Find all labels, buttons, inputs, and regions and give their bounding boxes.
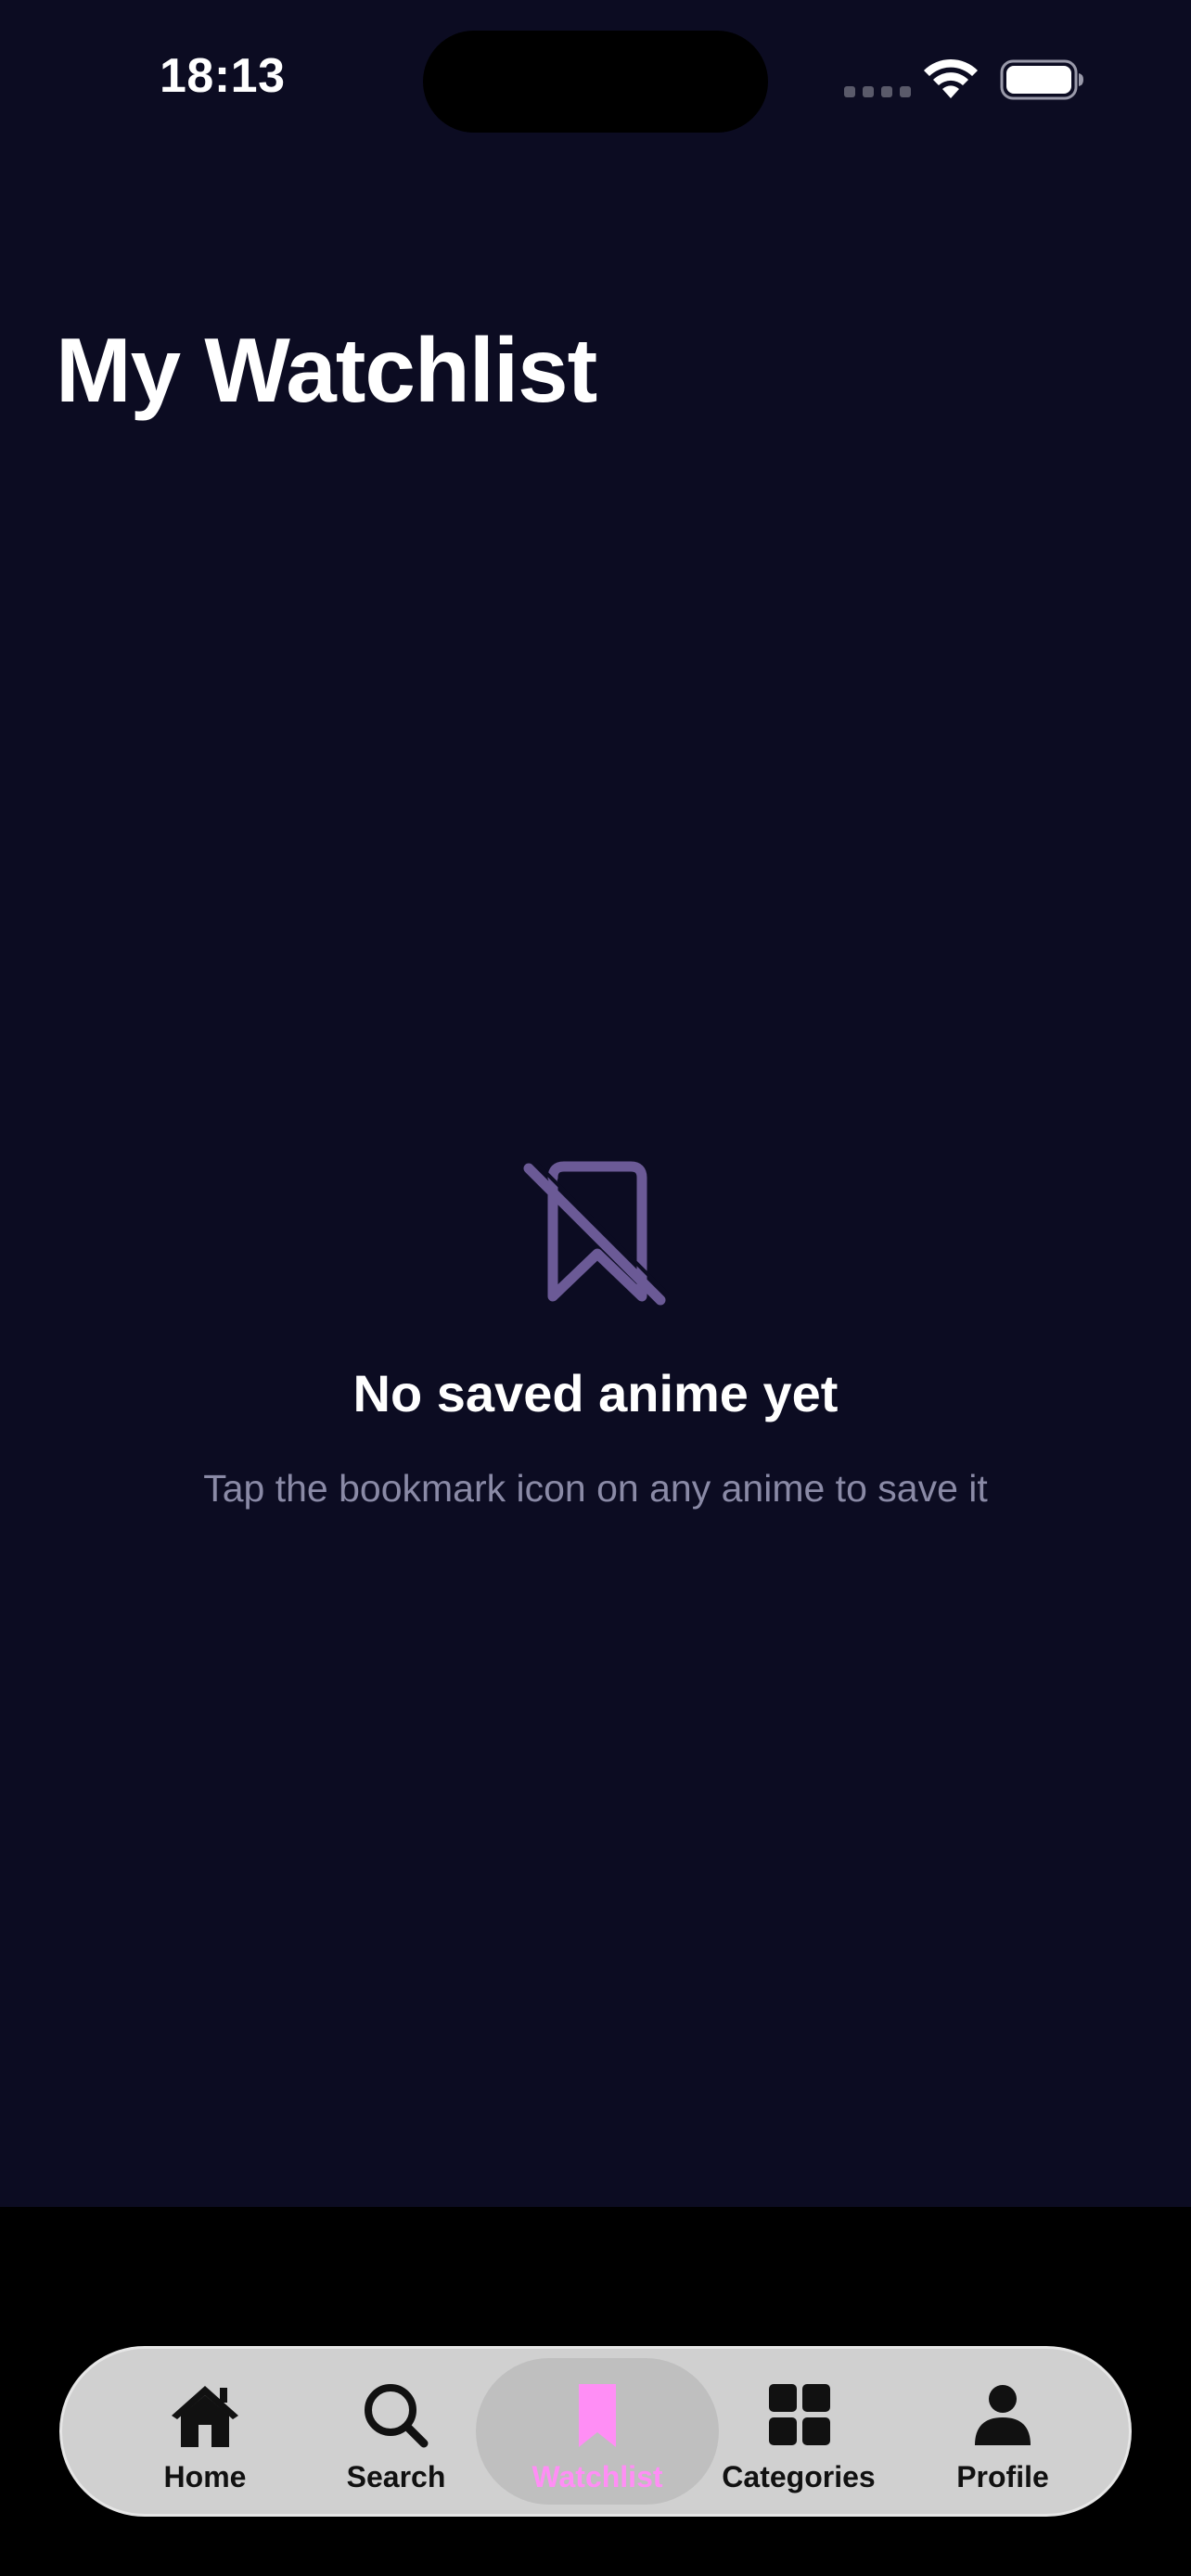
bookmark-icon xyxy=(579,2384,616,2447)
empty-state-subtitle: Tap the bookmark icon on any anime to sa… xyxy=(203,1467,988,1510)
empty-state-title: No saved anime yet xyxy=(352,1364,839,1422)
page-title: My Watchlist xyxy=(56,319,597,421)
dynamic-island xyxy=(423,31,768,133)
status-time: 18:13 xyxy=(160,49,286,103)
tab-label: Home xyxy=(163,2460,247,2493)
tab-bar: Home Search Watchlist Categories Profile xyxy=(59,2346,1132,2517)
tab-profile[interactable]: Profile xyxy=(901,2349,1105,2514)
tab-categories[interactable]: Categories xyxy=(697,2349,901,2514)
tab-home[interactable]: Home xyxy=(103,2349,307,2514)
screen: 18:13 My Watchlist No saved anime yet Ta… xyxy=(0,0,1191,2207)
tab-search[interactable]: Search xyxy=(294,2349,498,2514)
tab-label: Profile xyxy=(956,2460,1049,2493)
wifi-icon xyxy=(924,58,978,98)
bookmark-slash-icon xyxy=(523,1160,669,1306)
grid-icon xyxy=(769,2384,830,2445)
tab-label: Search xyxy=(346,2460,446,2493)
cellular-signal-icon xyxy=(844,86,911,97)
tab-label: Categories xyxy=(722,2460,876,2493)
tab-watchlist[interactable]: Watchlist xyxy=(495,2349,699,2514)
battery-icon xyxy=(1000,59,1083,100)
tab-label: Watchlist xyxy=(531,2460,663,2493)
home-icon xyxy=(172,2386,238,2447)
search-icon xyxy=(365,2384,429,2448)
person-icon xyxy=(975,2385,1031,2445)
